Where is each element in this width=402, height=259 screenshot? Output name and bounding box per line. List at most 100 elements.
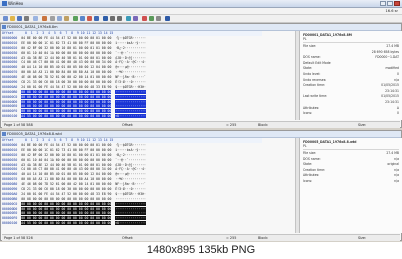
forward-icon[interactable] — [117, 16, 122, 21]
row-text[interactable]: ················ — [115, 201, 146, 206]
row-hex-bytes[interactable]: 60 01 10 40 04 1A 60 00 00 00 00 00 00 0… — [21, 51, 111, 55]
row-text[interactable]: È!3·Æ···0······· — [115, 187, 146, 191]
row-text[interactable]: î·····bsA··ÿ···· — [115, 41, 146, 45]
row-hex-bytes[interactable]: C4 00 46 C7 00 00 41 00 00 40 43 00 00 0… — [21, 60, 111, 64]
row-text[interactable]: $···þDTGR···H3è· — [115, 192, 146, 196]
hex-rows[interactable]: 00000000 04 BE 00 00 FE 44 54 47 52 00 0… — [2, 143, 292, 233]
properties-icon[interactable] — [33, 16, 38, 21]
row-text[interactable]: ··¥£············ — [115, 177, 146, 181]
maximize-button[interactable] — [387, 1, 393, 6]
row-hex-bytes[interactable]: 00 00 A5 A3 11 00 80 84 00 00 80 A4 10 0… — [21, 177, 111, 181]
row-text[interactable]: ¤U·············· — [115, 221, 146, 226]
row-hex-bytes[interactable]: 40 A4 14 10 00 B5 40 01 00 05 00 00 12 0… — [21, 65, 111, 69]
row-text[interactable]: $···þDTGR···H3è· — [115, 85, 146, 89]
open-folder-icon[interactable] — [10, 16, 15, 21]
find-hex-icon[interactable] — [80, 16, 85, 21]
row-hex-bytes[interactable]: A4 55 00 00 00 00 00 00 00 00 00 00 00 0… — [21, 114, 112, 119]
row-text[interactable]: @¤···µ@········· — [115, 65, 146, 69]
row-hex-bytes[interactable]: 00 08 00 00 00 00 00 00 00 00 00 00 00 0… — [21, 89, 112, 94]
compare-icon[interactable] — [156, 16, 161, 21]
back-icon[interactable] — [110, 16, 115, 21]
row-text[interactable]: ¤U·············· — [115, 114, 146, 119]
row-hex-bytes[interactable]: EE 00 00 00 1C 01 62 73 41 00 00 FF 00 0… — [21, 148, 111, 152]
row-text[interactable]: ················ — [115, 104, 146, 109]
row-text[interactable]: `··@··`········· — [115, 158, 146, 162]
row-text[interactable]: ················ — [115, 211, 146, 216]
row-text[interactable]: ················ — [115, 89, 146, 94]
row-text[interactable]: Ä·FÇ··A··@C···4· — [115, 60, 146, 64]
row-text[interactable]: È!3·Æ···0······· — [115, 80, 146, 84]
help-icon[interactable] — [165, 16, 170, 21]
ram-icon[interactable] — [133, 16, 138, 21]
undo-icon[interactable] — [42, 16, 47, 21]
row-hex-bytes[interactable]: 00 00 00 00 00 00 00 00 00 00 00 00 00 0… — [21, 201, 112, 206]
row-hex-bytes[interactable]: 04 BE 00 00 FE 44 54 47 52 00 00 00 00 0… — [21, 36, 111, 40]
calculator-icon[interactable] — [142, 16, 147, 21]
row-text[interactable]: ·B¿·2··········· — [115, 153, 146, 157]
row-hex-bytes[interactable]: 00 00 00 00 00 00 00 00 00 00 00 00 00 0… — [21, 206, 112, 211]
hash-icon[interactable] — [149, 16, 154, 21]
replace-icon[interactable] — [87, 16, 92, 21]
row-text[interactable]: ················ — [115, 197, 146, 201]
cut-icon[interactable] — [50, 16, 55, 21]
new-file-icon[interactable] — [3, 16, 8, 21]
row-text[interactable]: ················ — [115, 94, 146, 99]
row-hex-bytes[interactable]: C8 21 33 00 C6 00 18 00 30 00 00 00 00 0… — [21, 80, 111, 84]
row-text[interactable]: £J8··D·@[······· — [115, 163, 146, 167]
row-text[interactable]: NF··}Ra··B·····` — [115, 182, 146, 186]
row-hex-bytes[interactable]: 4E 46 08 00 7D 52 61 00 00 42 00 14 01 0… — [21, 75, 111, 79]
row-text[interactable]: Ä·FÇ··A··@C···4· — [115, 167, 146, 171]
row-text[interactable]: ················ — [115, 216, 146, 221]
row-hex-bytes[interactable]: 60 01 10 40 04 1A 60 00 00 00 00 00 00 0… — [21, 158, 111, 162]
row-hex-bytes[interactable]: 04 BE 00 00 FE 44 54 47 52 00 00 00 00 0… — [21, 143, 111, 147]
row-text[interactable]: ················ — [115, 206, 146, 211]
disk-icon[interactable] — [126, 16, 131, 21]
row-hex-bytes[interactable]: 00 00 00 00 00 00 00 00 00 00 00 00 00 0… — [21, 104, 112, 109]
row-hex-bytes[interactable]: 24 00 01 00 FE 44 54 47 52 00 00 00 48 3… — [21, 85, 111, 89]
row-hex-bytes[interactable]: 00 00 00 00 00 00 00 00 00 00 00 00 00 0… — [21, 99, 112, 104]
row-hex-bytes[interactable]: 00 00 00 00 00 00 00 00 00 00 00 00 00 0… — [21, 211, 112, 216]
row-text[interactable]: ·¾··þDTGR······· — [115, 143, 146, 147]
row-hex-bytes[interactable]: 00 42 BF 00 32 00 00 10 80 01 00 00 01 0… — [21, 46, 111, 50]
row-text[interactable]: NF··}Ra··B·····` — [115, 75, 146, 79]
row-hex-bytes[interactable]: 00 00 00 00 00 00 00 00 00 00 00 00 00 0… — [21, 94, 112, 99]
paste-icon[interactable] — [64, 16, 69, 21]
row-hex-bytes[interactable]: 40 A4 14 10 00 B5 40 01 00 05 00 00 12 0… — [21, 172, 111, 176]
goto-offset-icon[interactable] — [103, 16, 108, 21]
row-hex-bytes[interactable]: A4 55 00 00 00 00 00 00 00 00 00 00 00 0… — [21, 221, 112, 226]
hex-rows[interactable]: 00000000 04 BE 00 00 FE 44 54 47 52 00 0… — [2, 36, 292, 120]
row-hex-bytes[interactable]: 24 00 01 00 FE 44 54 47 52 00 00 00 48 3… — [21, 192, 111, 196]
row-text[interactable]: `··@··`········· — [115, 51, 146, 55]
copy-icon[interactable] — [57, 16, 62, 21]
row-hex-bytes[interactable]: A3 4A 38 8E 12 44 00 40 5B 01 01 00 00 0… — [21, 56, 111, 60]
find-icon[interactable] — [73, 16, 78, 21]
row-text[interactable]: ··¥£············ — [115, 70, 146, 74]
row-text[interactable]: £J8··D·@[······· — [115, 56, 146, 60]
row-text[interactable]: @¤···µ@········· — [115, 172, 146, 176]
row-hex-bytes[interactable]: EE 00 00 00 1C 01 62 73 41 00 00 FF 00 0… — [21, 41, 111, 45]
status-size: Size: — [358, 123, 367, 127]
find-next-icon[interactable] — [94, 16, 99, 21]
hex-row[interactable]: 00000100 A4 55 00 00 00 00 00 00 00 00 0… — [2, 114, 292, 119]
row-hex-bytes[interactable]: 00 08 00 00 00 00 00 00 00 00 00 00 00 0… — [21, 197, 111, 201]
row-hex-bytes[interactable]: C8 21 33 00 C6 00 18 00 30 00 00 00 00 0… — [21, 187, 111, 191]
row-hex-bytes[interactable]: 00 00 A5 A3 11 00 80 84 00 00 80 A4 10 0… — [21, 70, 111, 74]
row-text[interactable]: ·B¿·2··········· — [115, 46, 146, 50]
row-text[interactable]: ················ — [115, 99, 146, 104]
row-text[interactable]: ·¾··þDTGR······· — [115, 36, 146, 40]
row-text[interactable]: ················ — [115, 109, 146, 114]
row-hex-bytes[interactable]: 4E 46 08 00 7D 52 61 00 00 42 00 14 01 0… — [21, 182, 111, 186]
row-hex-bytes[interactable]: 00 42 BF 00 32 00 00 10 80 01 00 00 01 0… — [21, 153, 111, 157]
minimize-button[interactable] — [380, 1, 386, 6]
print-icon[interactable] — [24, 16, 29, 21]
row-hex-bytes[interactable]: C4 00 46 C7 00 00 41 00 00 40 43 00 00 0… — [21, 167, 111, 171]
row-hex-bytes[interactable]: A3 4A 38 8E 12 44 00 40 5B 01 01 00 00 0… — [21, 163, 111, 167]
info-key: Default Edit Mode — [303, 60, 331, 65]
row-hex-bytes[interactable]: 00 00 00 00 00 00 00 00 00 00 00 00 00 0… — [21, 109, 112, 114]
row-hex-bytes[interactable]: 00 00 00 00 00 00 00 00 00 00 00 00 00 0… — [21, 216, 112, 221]
save-icon[interactable] — [17, 16, 22, 21]
row-text[interactable]: î·····bsA··ÿ···· — [115, 148, 146, 152]
hex-row[interactable]: 00000100 A4 55 00 00 00 00 00 00 00 00 0… — [2, 221, 292, 226]
info-value: 01/05/2015 — [381, 94, 399, 99]
close-button[interactable] — [394, 1, 400, 6]
